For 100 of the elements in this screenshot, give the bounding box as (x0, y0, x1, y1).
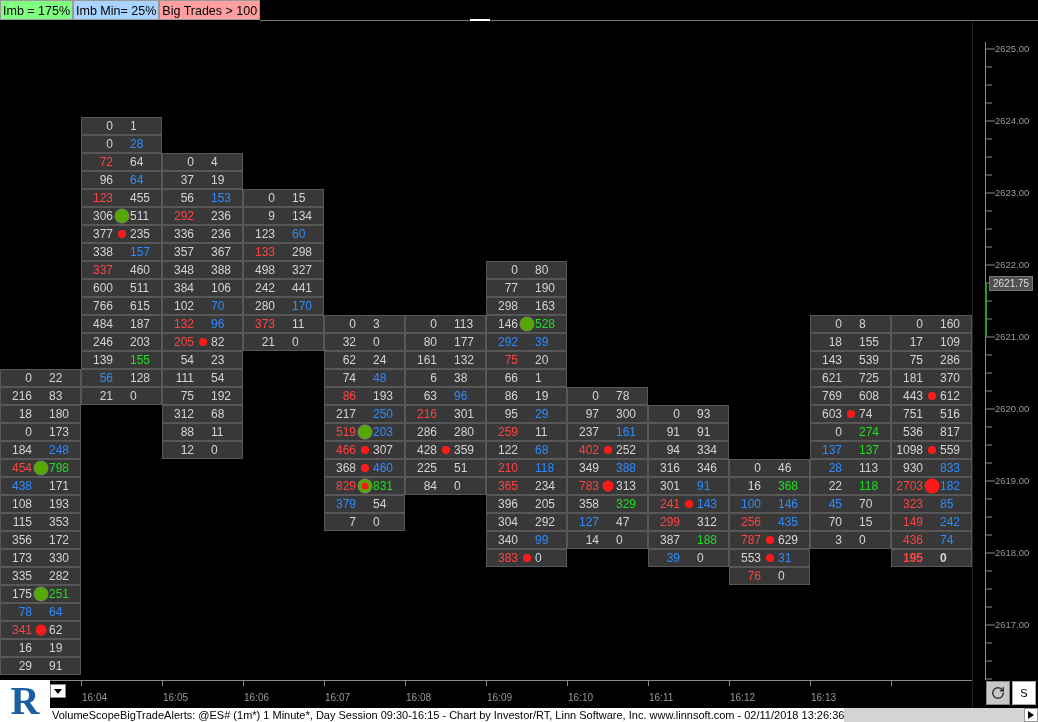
bid-volume: 286 (415, 426, 437, 438)
ask-volume: 612 (940, 390, 961, 402)
ask-volume: 83 (49, 390, 63, 402)
ask-volume: 0 (535, 552, 542, 564)
bid-volume: 137 (820, 444, 842, 456)
bid-volume: 373 (253, 318, 275, 330)
ask-volume: 106 (211, 282, 232, 294)
ask-volume: 0 (940, 552, 947, 564)
bid-volume: 75 (179, 390, 194, 402)
scroll-right-button[interactable] (1024, 708, 1038, 722)
ask-volume: 359 (454, 444, 475, 456)
ask-volume: 282 (49, 570, 70, 582)
bid-volume: 237 (577, 426, 599, 438)
ask-volume: 0 (373, 336, 380, 348)
bid-volume: 123 (253, 228, 275, 240)
ask-volume: 47 (616, 516, 630, 528)
bid-volume: 75 (503, 354, 518, 366)
ask-volume: 29 (535, 408, 549, 420)
ask-volume: 3 (373, 318, 380, 330)
ask-volume: 70 (859, 498, 873, 510)
ask-volume: 0 (211, 444, 218, 456)
bid-volume: 766 (91, 300, 113, 312)
bid-volume: 323 (901, 498, 923, 510)
ask-volume: 312 (697, 516, 718, 528)
ask-volume: 99 (535, 534, 549, 546)
splitter-handle[interactable] (470, 19, 491, 21)
ask-volume: 180 (49, 408, 70, 420)
bid-volume: 0 (834, 318, 842, 330)
ask-volume: 327 (292, 264, 313, 276)
axis-ticks (985, 474, 995, 546)
bid-volume: 383 (496, 552, 518, 564)
s-button[interactable]: S (1012, 681, 1036, 705)
ask-volume: 346 (697, 462, 718, 474)
bid-volume: 16 (746, 480, 761, 492)
ask-volume: 367 (211, 246, 232, 258)
ask-volume: 236 (211, 210, 232, 222)
bid-volume: 122 (496, 444, 518, 456)
bid-volume: 102 (172, 300, 194, 312)
refresh-button[interactable] (986, 681, 1010, 705)
ask-volume: 193 (373, 390, 394, 402)
ask-volume: 96 (211, 318, 225, 330)
ask-volume: 251 (49, 588, 70, 600)
ask-volume: 22 (49, 372, 63, 384)
ask-volume: 177 (454, 336, 475, 348)
bid-volume: 387 (658, 534, 680, 546)
ask-volume: 388 (211, 264, 232, 276)
ask-volume: 20 (535, 354, 549, 366)
ask-volume: 54 (373, 498, 387, 510)
bid-volume: 76 (746, 570, 761, 582)
bid-volume: 0 (186, 156, 194, 168)
ask-volume: 64 (130, 174, 144, 186)
bid-volume: 256 (739, 516, 761, 528)
bid-volume: 783 (577, 480, 599, 492)
bid-volume: 0 (24, 372, 32, 384)
bid-volume: 0 (429, 318, 437, 330)
bid-volume: 86 (503, 390, 518, 402)
dropdown-button[interactable] (50, 684, 66, 698)
bid-volume: 14 (584, 534, 599, 546)
ask-volume: 155 (859, 336, 880, 348)
big-trade-marker (361, 482, 369, 490)
bid-volume: 337 (91, 264, 113, 276)
bid-volume: 96 (98, 174, 113, 186)
ask-volume: 74 (940, 534, 954, 546)
bid-volume: 77 (503, 282, 518, 294)
bid-volume: 143 (820, 354, 842, 366)
ask-volume: 62 (49, 624, 63, 636)
ask-volume: 329 (616, 498, 637, 510)
ask-volume: 539 (859, 354, 880, 366)
ask-volume: 51 (454, 462, 468, 474)
ask-volume: 1 (535, 372, 542, 384)
ask-volume: 118 (859, 480, 879, 492)
ask-volume: 68 (535, 444, 549, 456)
ask-volume: 235 (130, 228, 151, 240)
bid-volume: 0 (834, 426, 842, 438)
bid-volume: 553 (739, 552, 761, 564)
bid-volume: 536 (901, 426, 923, 438)
ask-volume: 160 (940, 318, 961, 330)
bid-volume: 86 (341, 390, 356, 402)
ask-volume: 205 (535, 498, 556, 510)
bid-volume: 428 (415, 444, 437, 456)
time-label: 16:12 (730, 692, 757, 704)
ask-volume: 516 (940, 408, 961, 420)
price-label: 2622.00 (995, 258, 1030, 272)
ask-volume: 203 (373, 426, 394, 438)
time-label: 16:05 (163, 692, 190, 704)
ask-volume: 301 (454, 408, 475, 420)
ask-volume: 192 (211, 390, 232, 402)
bid-volume: 184 (10, 444, 32, 456)
ask-volume: 0 (292, 336, 299, 348)
bid-volume: 63 (422, 390, 437, 402)
ask-volume: 300 (616, 408, 637, 420)
bid-volume: 12 (179, 444, 194, 456)
time-label: 16:10 (568, 692, 595, 704)
ask-volume: 330 (49, 552, 70, 564)
bid-volume: 127 (577, 516, 599, 528)
axis-ticks (985, 114, 995, 186)
bid-volume: 100 (739, 498, 761, 510)
bid-volume: 18 (827, 336, 842, 348)
ask-volume: 15 (859, 516, 873, 528)
bid-volume: 21 (260, 336, 275, 348)
